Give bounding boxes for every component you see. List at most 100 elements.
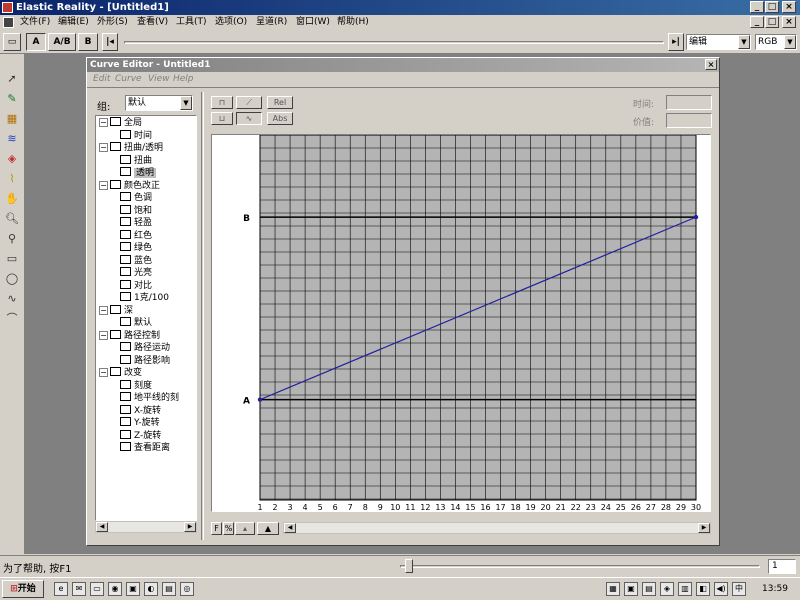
maximize-button[interactable]: □ — [765, 1, 779, 13]
graph-scrollbar[interactable]: ◀ ▶ — [283, 522, 711, 534]
tray-icon-3[interactable]: ▤ — [642, 582, 656, 596]
curve-graph-panel[interactable]: A B 1 2 3 4 5 6 7 8 9 10 11 12 13 14 15 16 17 18 19 20 21 22 23 2… — [211, 134, 711, 512]
minimize-button[interactable]: _ — [750, 1, 764, 13]
ellipse-tool-icon[interactable]: ◯ — [2, 270, 22, 288]
tree-channel-item[interactable]: Y-旋转 — [120, 417, 160, 430]
scroll-left-icon[interactable]: ◀ — [96, 522, 108, 532]
desktop-icon[interactable]: ▭ — [90, 582, 104, 596]
tray-icon-4[interactable]: ◈ — [660, 582, 674, 596]
media-icon[interactable]: ◉ — [108, 582, 122, 596]
smooth-curve-icon[interactable]: ∿ — [236, 112, 262, 125]
tree-channel-item[interactable]: 扭曲 — [120, 154, 152, 168]
close-button[interactable]: × — [782, 1, 796, 13]
volume-icon[interactable]: ◀) — [714, 582, 728, 596]
app-icon[interactable] — [2, 2, 13, 13]
shape-tool-icon[interactable]: ◈ — [2, 150, 22, 168]
toolbar-grip-icon[interactable]: ▭ — [3, 33, 21, 51]
quicklaunch-icon-7[interactable]: ▤ — [162, 582, 176, 596]
curve-editor-close-button[interactable]: × — [705, 59, 717, 70]
tree-channel-item[interactable]: 刻度 — [120, 379, 152, 393]
mode-select[interactable]: 编辑 ▼ — [686, 34, 751, 50]
tray-icon-5[interactable]: ▥ — [678, 582, 692, 596]
tree-group-item[interactable]: − 改变 — [99, 367, 142, 380]
splitter[interactable] — [201, 92, 204, 540]
ie-icon[interactable]: e — [54, 582, 68, 596]
input-method-icon[interactable]: 中 — [732, 582, 746, 596]
go-start-icon[interactable]: |◂ — [102, 33, 118, 51]
tree-channel-item[interactable]: 查看距离 — [120, 442, 170, 455]
value-field[interactable] — [666, 113, 712, 128]
view-b-button[interactable]: B — [78, 33, 98, 51]
scroll-left-icon[interactable]: ◀ — [284, 523, 296, 533]
collapse-icon[interactable]: − — [99, 305, 108, 315]
tree-channel-item[interactable]: 路径运动 — [120, 342, 170, 355]
tree-group-item[interactable]: − 深 — [99, 304, 133, 318]
collapse-icon[interactable]: − — [99, 180, 108, 190]
hand-tool-icon[interactable]: ✋ — [2, 190, 22, 208]
layers-tool-icon[interactable]: ≋ — [2, 130, 22, 148]
tree-channel-item[interactable]: 地平线的刻 — [120, 392, 179, 405]
view-a-button[interactable]: A — [26, 33, 46, 51]
tree-channel-item[interactable]: 默认 — [120, 317, 152, 330]
tree-channel-item[interactable]: X-旋转 — [120, 404, 161, 418]
tree-channel-item[interactable]: 红色 — [120, 229, 152, 243]
collapse-icon[interactable]: − — [99, 368, 108, 377]
tree-group-item[interactable]: − 路径控制 — [99, 329, 160, 343]
tree-channel-item[interactable]: 透明 — [120, 167, 157, 180]
tree-channel-item[interactable]: Z-旋转 — [120, 429, 161, 443]
collapse-icon[interactable]: − — [99, 330, 108, 340]
chevron-down-icon[interactable]: ▼ — [738, 35, 750, 49]
scroll-right-icon[interactable]: ▶ — [184, 522, 196, 532]
menu-tools[interactable]: 工具(T) — [176, 16, 207, 29]
doc-restore-button[interactable]: □ — [765, 16, 779, 28]
zoom-tool-icon[interactable]: 🔍︎ — [2, 210, 22, 228]
percent-icon[interactable]: % — [223, 522, 234, 535]
rectangle-tool-icon[interactable]: ▭ — [2, 250, 22, 268]
quicklaunch-icon-6[interactable]: ◐ — [144, 582, 158, 596]
outlook-icon[interactable]: ✉ — [72, 582, 86, 596]
freehand-tool-icon[interactable]: ∿ — [2, 290, 22, 308]
grid-tool-icon[interactable]: ▦ — [2, 110, 22, 128]
menu-options[interactable]: 选项(O) — [215, 16, 247, 29]
menu-help[interactable]: 帮助(H) — [337, 16, 369, 29]
quicklaunch-icon-8[interactable]: ◎ — [180, 582, 194, 596]
doc-close-button[interactable]: × — [782, 16, 796, 28]
step-curve-icon[interactable]: ⊓ — [211, 96, 233, 109]
tray-icon-1[interactable]: ▦ — [606, 582, 620, 596]
tree-channel-item[interactable]: 光亮 — [120, 267, 152, 280]
menu-window[interactable]: 窗口(W) — [296, 16, 330, 29]
tree-channel-item[interactable]: 对比 — [120, 279, 152, 293]
tree-channel-item[interactable]: 饱和 — [120, 204, 152, 218]
tray-icon-6[interactable]: ◧ — [696, 582, 710, 596]
frame-slider-track[interactable] — [400, 565, 760, 568]
tree-channel-item[interactable]: 蓝色 — [120, 254, 152, 268]
bezier-tool-icon[interactable]: ⌒ — [2, 310, 22, 328]
zoom-small-icon[interactable]: ▴ — [235, 522, 255, 535]
timeline-track[interactable] — [124, 41, 664, 44]
tree-channel-item[interactable]: 1克/100 — [120, 292, 169, 305]
view-ab-button[interactable]: A/B — [48, 33, 76, 51]
fit-button[interactable]: F — [211, 522, 222, 535]
start-button[interactable]: ⊞开始 — [2, 580, 44, 598]
menu-render[interactable]: 呈道(R) — [256, 16, 287, 29]
menu-shape[interactable]: 外形(S) — [97, 16, 128, 29]
zoom-large-icon[interactable]: ▲ — [257, 522, 279, 535]
collapse-icon[interactable]: − — [99, 143, 108, 152]
curve-menu-help[interactable]: Help — [173, 74, 194, 84]
color-mode-select[interactable]: RGB ▼ — [755, 34, 797, 50]
tree-group-item[interactable]: − 扭曲/透明 — [99, 142, 163, 155]
chevron-down-icon[interactable]: ▼ — [784, 35, 796, 49]
document-icon[interactable] — [3, 17, 14, 28]
menu-view[interactable]: 查看(V) — [137, 16, 168, 29]
tree-channel-item[interactable]: 路径影响 — [120, 354, 170, 368]
frame-slider-thumb[interactable] — [405, 559, 413, 573]
abs-button[interactable]: Abs — [267, 112, 293, 125]
scroll-right-icon[interactable]: ▶ — [698, 523, 710, 533]
menu-file[interactable]: 文件(F) — [20, 16, 50, 29]
pointer-tool-icon[interactable]: ➚ — [2, 70, 22, 88]
link-tool-icon[interactable]: ⌇ — [2, 170, 22, 188]
collapse-icon[interactable]: − — [99, 118, 108, 127]
tree-channel-item[interactable]: 时间 — [120, 129, 152, 143]
curve-menu-curve[interactable]: Curve — [115, 74, 142, 84]
rel-button[interactable]: Rel — [267, 96, 293, 109]
